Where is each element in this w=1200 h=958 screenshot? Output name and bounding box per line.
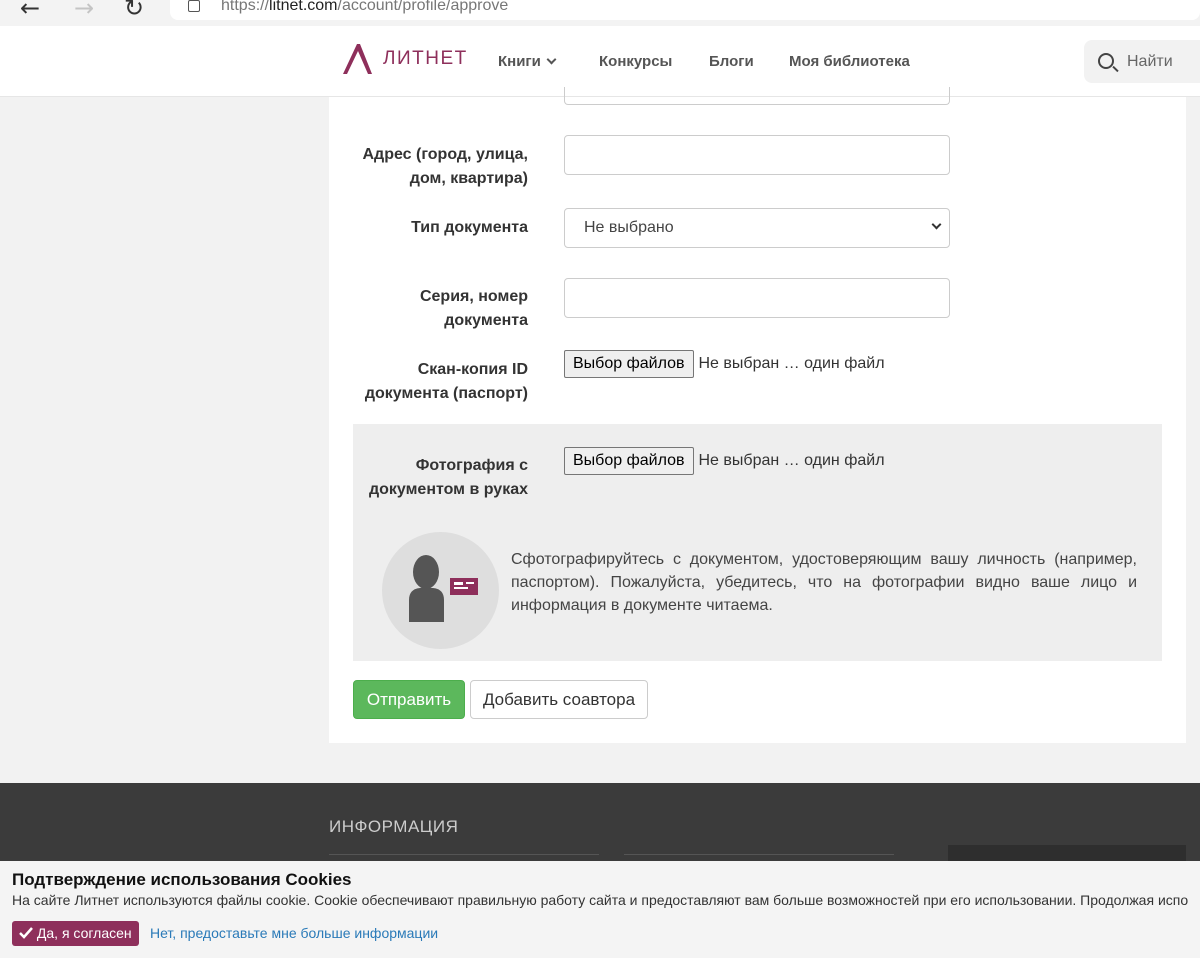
reload-icon[interactable]: ↻ (124, 0, 144, 22)
litnet-logo[interactable]: ЛИТНЕТ (341, 43, 468, 75)
address-label: Адрес (город, улица, дом, квартира) (362, 146, 528, 187)
menu-blogs[interactable]: Блоги (709, 53, 754, 70)
footer-divider (624, 854, 894, 855)
approve-form: Адрес (город, улица, дом, квартира) Тип … (329, 87, 1186, 743)
choose-files-button[interactable]: Выбор файлов (564, 447, 694, 475)
browser-toolbar: ← → ↻ https://litnet.com/account/profile… (0, 0, 1200, 26)
footer-title: ИНФОРМАЦИЯ (329, 817, 459, 836)
doc-type-label: Тип документа (411, 219, 528, 236)
photo-label: Фотография с документом в руках (368, 457, 528, 498)
photo-hint-text: Сфотографируйтесь с документом, удостове… (511, 551, 1137, 614)
scan-copy-file-input: Выбор файлов Не выбран … один файл (564, 350, 885, 378)
url-text[interactable]: https://litnet.com/account/profile/appro… (221, 0, 508, 15)
address-bar[interactable]: https://litnet.com/account/profile/appro… (170, 0, 1200, 20)
check-icon (19, 927, 33, 939)
menu-books[interactable]: Книги (498, 53, 557, 70)
cookie-title: Подтверждение использования Cookies (12, 870, 352, 889)
photo-file-input: Выбор файлов Не выбран … один файл (564, 447, 885, 475)
doc-type-select[interactable]: Не выбрано (564, 208, 950, 248)
menu-contests[interactable]: Конкурсы (599, 53, 672, 70)
litnet-logo-icon (343, 44, 372, 74)
chevron-down-icon (931, 219, 942, 230)
site-info-icon[interactable] (188, 0, 200, 12)
person-with-document-icon (382, 532, 499, 649)
footer-divider (329, 854, 599, 855)
previous-input-field[interactable] (564, 87, 950, 105)
back-arrow-icon[interactable]: ← (20, 0, 40, 22)
menu-my-library[interactable]: Моя библиотека (789, 53, 910, 70)
cookie-accept-button[interactable]: Да, я согласен (12, 921, 139, 946)
chevron-down-icon (546, 54, 557, 65)
photo-section: Фотография с документом в руках Выбор фа… (353, 424, 1162, 661)
choose-files-button[interactable]: Выбор файлов (564, 350, 694, 378)
submit-button[interactable]: Отправить (353, 680, 465, 719)
cookie-banner: Подтверждение использования Cookies На с… (0, 861, 1200, 958)
doc-series-input[interactable] (564, 278, 950, 318)
file-status: Не выбран … один файл (698, 355, 885, 372)
address-input[interactable] (564, 135, 950, 175)
file-status: Не выбран … один файл (698, 452, 885, 469)
cookie-text: На сайте Литнет используются файлы cooki… (12, 892, 1189, 908)
scan-copy-label: Скан-копия ID документа (паспорт) (364, 361, 528, 402)
search-icon (1098, 53, 1114, 69)
search-button[interactable]: Найти (1084, 40, 1200, 83)
add-coauthor-button[interactable]: Добавить соавтора (470, 680, 648, 719)
cookie-more-info-link[interactable]: Нет, предоставьте мне больше информации (150, 925, 438, 941)
doc-series-label: Серия, номер документа (419, 288, 528, 329)
forward-arrow-icon[interactable]: → (74, 0, 94, 22)
